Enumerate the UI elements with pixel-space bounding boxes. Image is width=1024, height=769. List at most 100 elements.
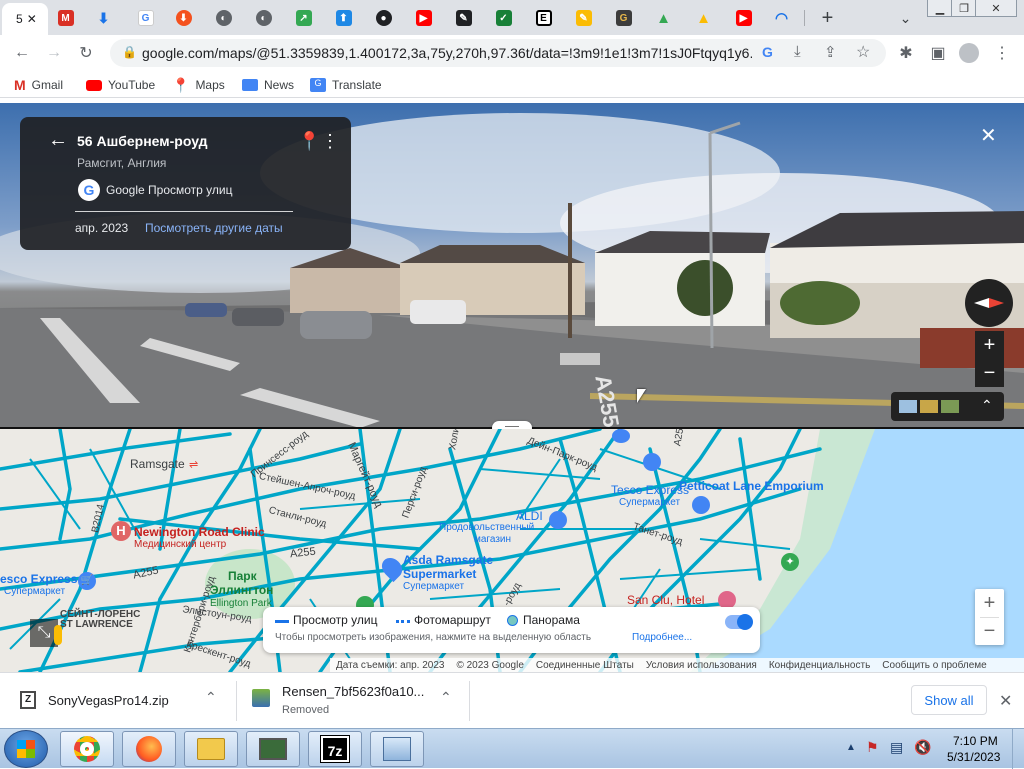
shopping-cart-icon[interactable] <box>643 453 661 471</box>
close-downloads-icon[interactable]: ✕ <box>999 691 1012 711</box>
tab-excel[interactable]: ✓ <box>486 4 521 32</box>
extensions-button[interactable]: ✱ <box>894 41 918 65</box>
reload-button[interactable]: ↻ <box>74 41 98 65</box>
pegman-icon[interactable] <box>54 625 62 645</box>
learn-more-link[interactable]: Подробнее... <box>632 632 692 643</box>
tab-orange[interactable]: ⬇ <box>166 4 201 32</box>
show-desktop-button[interactable] <box>1012 729 1024 769</box>
forward-button[interactable]: → <box>42 41 66 65</box>
side-panel-button[interactable]: ▣ <box>926 41 950 65</box>
taskbar-firefox[interactable] <box>122 731 176 767</box>
show-all-button[interactable]: Show all <box>911 685 987 715</box>
tab-active[interactable]: 5 ✕ <box>2 3 48 35</box>
poi-petticoat-lane[interactable]: Petticoat Lane Emporium <box>679 479 824 493</box>
layer-street-view[interactable]: Просмотр улиц <box>293 613 377 627</box>
clock-date[interactable]: 5/31/2023 <box>947 750 1000 764</box>
bookmark-star-icon[interactable]: ☆ <box>856 42 870 62</box>
close-window-button[interactable]: ✕ <box>975 0 1017 17</box>
tab-globe-2[interactable]: ◐ <box>246 4 281 32</box>
bookmark-gmail[interactable]: M Gmail <box>14 76 63 94</box>
shopping-cart-icon[interactable]: 🛒 <box>78 572 96 590</box>
shopping-cart-icon[interactable] <box>549 511 567 529</box>
terms-link[interactable]: Условия использования <box>646 660 757 671</box>
tab-youtube-1[interactable]: ▶ <box>406 4 441 32</box>
bookmark-youtube[interactable]: YouTube <box>86 76 155 94</box>
taskbar-monitor-app[interactable] <box>246 731 300 767</box>
back-button[interactable]: ← <box>10 41 34 65</box>
other-dates-link[interactable]: Посмотреть другие даты <box>145 221 283 235</box>
bookmark-maps[interactable]: 📍 Maps <box>172 76 225 94</box>
taskbar-explorer[interactable] <box>184 731 238 767</box>
poi-aldi[interactable]: ALDI <box>516 509 543 523</box>
map-view[interactable]: Ramsgate ⇌ Принсесс-роуд Стейшен-Апроч-р… <box>0 429 1024 672</box>
compass[interactable] <box>965 279 1013 327</box>
restore-button[interactable]: ❐ <box>951 0 977 17</box>
bookmark-news[interactable]: News <box>242 76 294 94</box>
tab-gmail[interactable]: M <box>48 4 83 32</box>
address-bar[interactable]: 🔒 google.com/maps/@51.3359839,1.400172,3… <box>110 39 886 67</box>
privacy-link[interactable]: Конфиденциальность <box>769 660 870 671</box>
poi-park-name[interactable]: Эллингтон <box>210 583 273 597</box>
taskbar-chrome[interactable] <box>60 731 114 767</box>
url-text[interactable]: google.com/maps/@51.3359839,1.400172,3a,… <box>142 45 752 61</box>
google-lens-icon[interactable]: G <box>762 44 773 60</box>
tab-google[interactable]: G <box>128 4 163 32</box>
street-view-panorama[interactable]: A255 ← 56 Ашбернем-роуд Рамсгит, Англия … <box>0 103 1024 428</box>
share-icon[interactable]: ⇪ <box>824 43 837 61</box>
tab-youtube-2[interactable]: ▶ <box>726 4 761 32</box>
layer-toggle[interactable] <box>725 614 753 630</box>
layer-photo-route[interactable]: Фотомаршрут <box>414 613 491 627</box>
map-zoom-in-button[interactable]: + <box>975 589 1004 617</box>
download-item[interactable]: Rensen_7bf5623f0a10... Removed ⌃ <box>237 673 469 729</box>
tab-loading[interactable]: ◠ <box>764 4 799 32</box>
poi-asda-supermarket[interactable]: Supermarket <box>403 567 476 581</box>
taskbar-control-panel[interactable] <box>370 731 424 767</box>
tab-github[interactable]: ● <box>366 4 401 32</box>
chevron-up-icon[interactable]: ⌃ <box>205 689 217 706</box>
tab-upload[interactable]: ⬆ <box>326 4 361 32</box>
map-zoom-out-button[interactable]: − <box>975 617 1004 645</box>
close-streetview-icon[interactable]: ✕ <box>980 123 997 148</box>
show-hidden-icons[interactable]: ▲ <box>846 742 856 753</box>
menu-button[interactable]: ⋮ <box>990 41 1014 65</box>
report-problem-link[interactable]: Сообщить о проблеме <box>882 660 986 671</box>
park-pin-icon[interactable]: ✦ <box>781 553 799 571</box>
clock-time[interactable]: 7:10 PM <box>953 734 998 748</box>
poi-tesco-west[interactable]: esco Express <box>0 572 77 586</box>
poi-park[interactable]: Парк <box>228 569 257 583</box>
tab-pencil[interactable]: ✎ <box>566 4 601 32</box>
poi-asda[interactable]: Asda Ramsgate <box>403 553 493 567</box>
photo-strip-button[interactable]: ⌃ <box>891 392 1004 421</box>
country-link[interactable]: Соединенные Штаты <box>536 660 634 671</box>
streetview-zoom-out-button[interactable]: − <box>975 359 1004 387</box>
chevron-up-icon[interactable]: ⌃ <box>440 689 452 706</box>
action-center-icon[interactable]: ⚑ <box>866 739 879 756</box>
layer-panorama[interactable]: Панорама <box>523 613 580 627</box>
streetview-zoom-in-button[interactable]: + <box>975 331 1004 359</box>
download-item[interactable]: Z SonyVegasPro14.zip ⌃ <box>0 673 236 729</box>
start-button[interactable] <box>4 730 48 768</box>
tab-g[interactable]: G <box>606 4 641 32</box>
install-icon[interactable]: ⤓ <box>794 43 801 60</box>
poi-san-clu-hotel[interactable]: San Clu, Hotel <box>627 593 704 607</box>
bookmark-translate[interactable]: G Translate <box>310 76 382 94</box>
tab-e[interactable]: E <box>526 4 561 32</box>
new-tab-button[interactable]: + <box>810 4 845 32</box>
tab-search-button[interactable]: ⌄ <box>888 4 923 32</box>
tab-download[interactable]: ⬇ <box>86 4 121 32</box>
minimize-button[interactable]: ▁ <box>927 0 953 17</box>
tab-drive-2[interactable]: ▲ <box>686 4 721 32</box>
close-tab-icon[interactable]: ✕ <box>27 12 37 26</box>
shopping-cart-icon[interactable] <box>692 496 710 514</box>
tab-globe-1[interactable]: ◐ <box>206 4 241 32</box>
back-arrow-icon[interactable]: ← <box>48 129 68 152</box>
profile-button[interactable] <box>957 41 981 65</box>
network-icon[interactable]: ▤ <box>890 739 903 756</box>
poi-tesco-east[interactable]: Tesco Express <box>611 483 689 497</box>
hospital-icon[interactable]: H <box>111 521 131 541</box>
volume-mute-icon[interactable]: 🔇 <box>914 739 931 756</box>
tab-tool[interactable]: ✎ <box>446 4 481 32</box>
shopping-bag-icon[interactable] <box>612 429 630 443</box>
taskbar-7zip[interactable]: 7z <box>308 731 362 767</box>
more-vert-icon[interactable]: ⋮ <box>321 131 339 152</box>
